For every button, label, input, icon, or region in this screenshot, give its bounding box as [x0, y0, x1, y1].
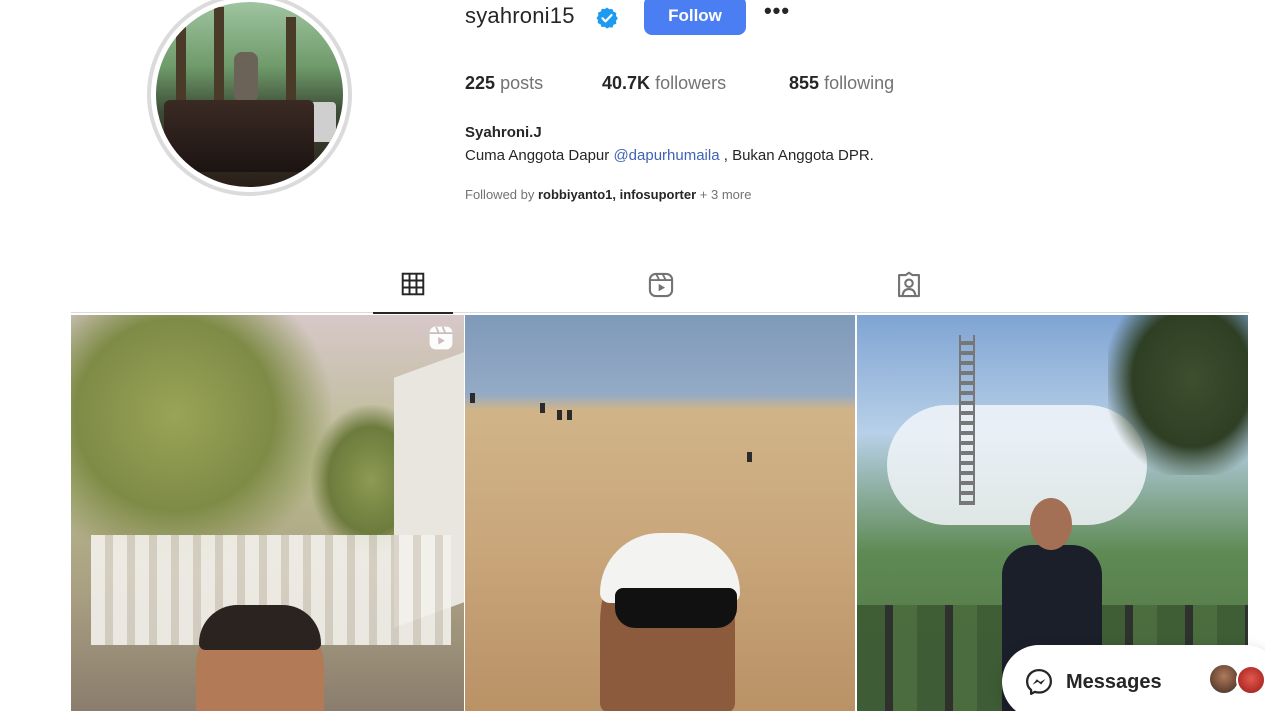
following-label: following: [824, 73, 895, 93]
avatar-person: [234, 52, 258, 100]
followers-count: 40.7K: [602, 73, 651, 93]
followers-label: followers: [655, 73, 727, 93]
post-person-hair: [199, 605, 321, 650]
messages-button[interactable]: Messages: [1002, 645, 1265, 711]
profile-avatar[interactable]: [147, 0, 352, 196]
post-person-face: [1030, 498, 1072, 550]
avatar-car: [164, 100, 314, 172]
tab-tagged[interactable]: [869, 268, 949, 314]
followed-by-users: robbiyanto1, infosuporter: [537, 187, 697, 202]
reels-icon: [429, 326, 453, 350]
posts-label: posts: [500, 73, 544, 93]
tagged-icon: [898, 271, 920, 298]
following-stat[interactable]: 855 following: [789, 73, 894, 94]
post-person-sunglasses: [615, 588, 737, 628]
messenger-icon: [1026, 669, 1052, 695]
verified-badge-icon: [596, 7, 618, 29]
profile-full-name: Syahroni.J: [465, 124, 542, 141]
posts-count: 225: [465, 73, 496, 93]
post-scenery: [540, 403, 545, 413]
post-scenery: [71, 315, 331, 565]
followers-stat[interactable]: 40.7K followers: [602, 73, 726, 94]
profile-bio: Cuma Anggota Dapur @dapurhumaila , Bukan…: [465, 147, 874, 164]
followed-by[interactable]: Followed by robbiyanto1, infosuporter + …: [465, 187, 751, 202]
following-count: 855: [789, 73, 820, 93]
follow-button[interactable]: Follow: [644, 0, 746, 35]
followed-by-more: + 3 more: [696, 187, 752, 202]
post-scenery: [1108, 315, 1248, 475]
post-scenery: [959, 335, 975, 505]
bio-text-suffix: , Bukan Anggota DPR.: [719, 147, 874, 164]
grid-icon: [401, 272, 425, 296]
post-scenery: [747, 452, 752, 462]
bio-mention-link[interactable]: @dapurhumaila: [613, 147, 719, 164]
tab-posts[interactable]: [373, 268, 453, 314]
profile-username: syahroni15: [465, 3, 575, 28]
posts-stat: 225 posts: [465, 73, 543, 94]
post-scenery: [470, 393, 475, 403]
tab-reels[interactable]: [621, 268, 701, 314]
avatar: [1236, 665, 1265, 695]
post-scenery: [557, 410, 562, 420]
post-thumbnail-2[interactable]: [465, 315, 855, 711]
post-thumbnail-1[interactable]: [71, 315, 464, 711]
more-options-button[interactable]: •••: [760, 0, 794, 26]
post-scenery: [567, 410, 572, 420]
reels-icon: [648, 272, 674, 298]
avatar-photo: [156, 2, 343, 187]
followed-by-prefix: Followed by: [465, 187, 538, 202]
messages-label: Messages: [1066, 670, 1162, 693]
bio-text: Cuma Anggota Dapur: [465, 147, 614, 164]
